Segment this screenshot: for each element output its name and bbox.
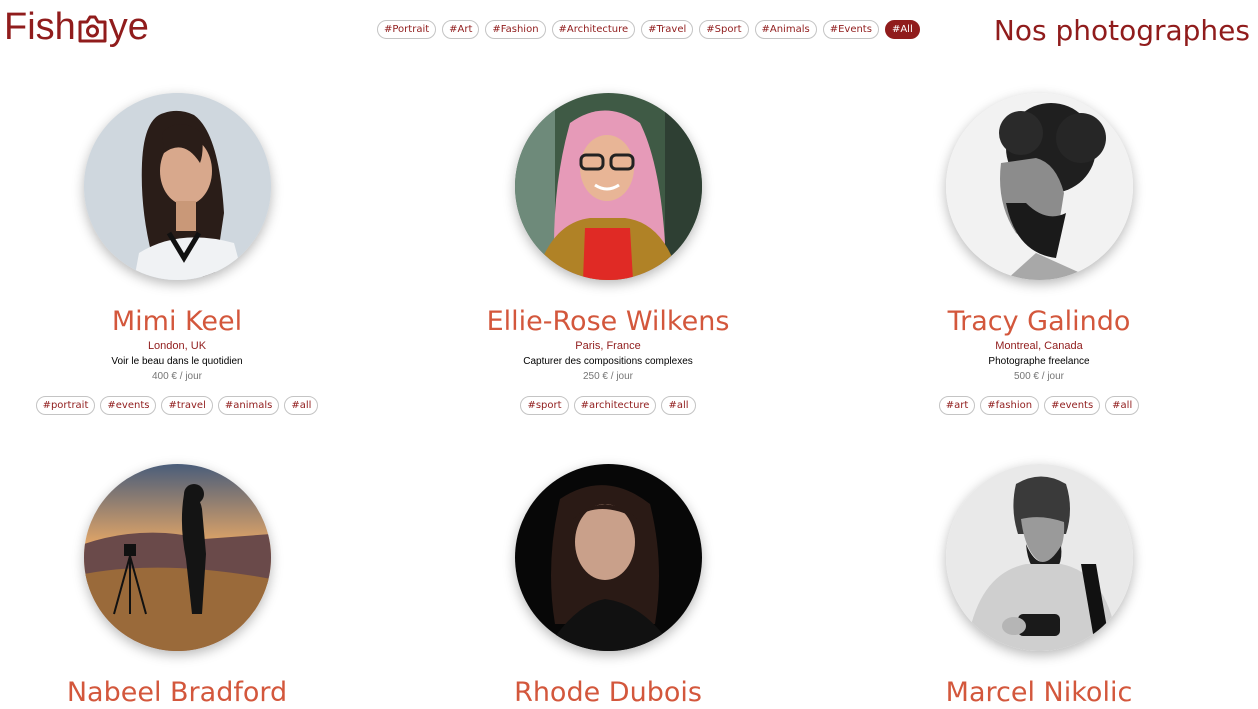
fisheye-logo[interactable]: Fish ye <box>4 4 149 50</box>
photographer-location: Montreal, Canada <box>995 340 1083 352</box>
photographer-avatar[interactable] <box>83 464 271 651</box>
photographer-price: 400 € / jour <box>151 371 203 382</box>
camera-icon <box>77 11 108 43</box>
card-tag[interactable]: #events <box>1044 396 1101 415</box>
portrait-photo-icon <box>83 464 271 651</box>
nav-tag-travel[interactable]: #Travel <box>641 20 694 39</box>
page-title: Nos photographes <box>993 14 1250 47</box>
photographer-price: 500 € / jour <box>1013 371 1065 382</box>
photographer-name[interactable]: Mimi Keel <box>27 306 327 338</box>
photographer-tags: #art #fashion #events #all <box>889 396 1189 415</box>
card-tag[interactable]: #fashion <box>980 396 1040 415</box>
photographer-price: 250 € / jour <box>582 371 634 382</box>
card-tag[interactable]: #all <box>661 396 696 415</box>
card-tag[interactable]: #sport <box>520 396 569 415</box>
photographer-card: Ellie-Rose Wilkens Paris, France Capture… <box>458 93 758 415</box>
nav-tag-fashion[interactable]: #Fashion <box>485 20 546 39</box>
photographer-name[interactable]: Rhode Dubois <box>458 677 758 709</box>
site-header: Fish ye #Portrait #Art #Fashion #Archite… <box>0 0 1258 60</box>
logo-text-right: ye <box>108 5 149 48</box>
photographer-name[interactable]: Ellie-Rose Wilkens <box>458 306 758 338</box>
card-tag[interactable]: #all <box>284 396 319 415</box>
portrait-photo-icon <box>945 464 1133 651</box>
photographer-tags: #sport #architecture #all <box>458 396 758 415</box>
photographer-name[interactable]: Tracy Galindo <box>889 306 1189 338</box>
nav-tag-all[interactable]: #All <box>884 20 920 39</box>
portrait-photo-icon <box>83 93 271 280</box>
nav-tag-portrait[interactable]: #Portrait <box>377 20 437 39</box>
card-tag[interactable]: #all <box>1105 396 1140 415</box>
photographer-card: Marcel Nikolic <box>889 464 1189 709</box>
card-tag[interactable]: #architecture <box>573 396 657 415</box>
portrait-photo-icon <box>514 93 702 280</box>
portrait-photo-icon <box>514 464 702 651</box>
nav-tag-art[interactable]: #Art <box>442 20 480 39</box>
card-tag[interactable]: #travel <box>161 396 213 415</box>
photographer-tagline: Photographe freelance <box>988 356 1090 367</box>
photographer-avatar[interactable] <box>945 93 1133 280</box>
logo-text-left: Fish <box>4 5 76 48</box>
nav-tag-animals[interactable]: #Animals <box>754 20 817 39</box>
card-tag[interactable]: #events <box>100 396 157 415</box>
photographer-avatar[interactable] <box>83 93 271 280</box>
photographer-location: Paris, France <box>575 340 641 352</box>
card-tag[interactable]: #animals <box>217 396 280 415</box>
photographer-tags: #portrait #events #travel #animals #all <box>27 396 327 415</box>
nav-tag-sport[interactable]: #Sport <box>699 20 749 39</box>
photographer-avatar[interactable] <box>945 464 1133 651</box>
photographer-card: Rhode Dubois <box>458 464 758 709</box>
card-tag[interactable]: #art <box>938 396 976 415</box>
photographer-tagline: Capturer des compositions complexes <box>523 356 693 367</box>
photographer-card: Nabeel Bradford <box>27 464 327 709</box>
tag-filter-nav: #Portrait #Art #Fashion #Architecture #T… <box>377 20 920 40</box>
photographer-location: London, UK <box>147 340 207 352</box>
nav-tag-architecture[interactable]: #Architecture <box>551 20 636 39</box>
portrait-photo-icon <box>945 93 1133 280</box>
photographer-name[interactable]: Nabeel Bradford <box>27 677 327 709</box>
nav-tag-events[interactable]: #Events <box>822 20 879 39</box>
photographer-avatar[interactable] <box>514 464 702 651</box>
photographer-card: Mimi Keel London, UK Voir le beau dans l… <box>27 93 327 415</box>
photographer-tagline: Voir le beau dans le quotidien <box>111 356 243 367</box>
photographer-avatar[interactable] <box>514 93 702 280</box>
photographer-name[interactable]: Marcel Nikolic <box>889 677 1189 709</box>
card-tag[interactable]: #portrait <box>35 396 96 415</box>
photographer-card: Tracy Galindo Montreal, Canada Photograp… <box>889 93 1189 415</box>
